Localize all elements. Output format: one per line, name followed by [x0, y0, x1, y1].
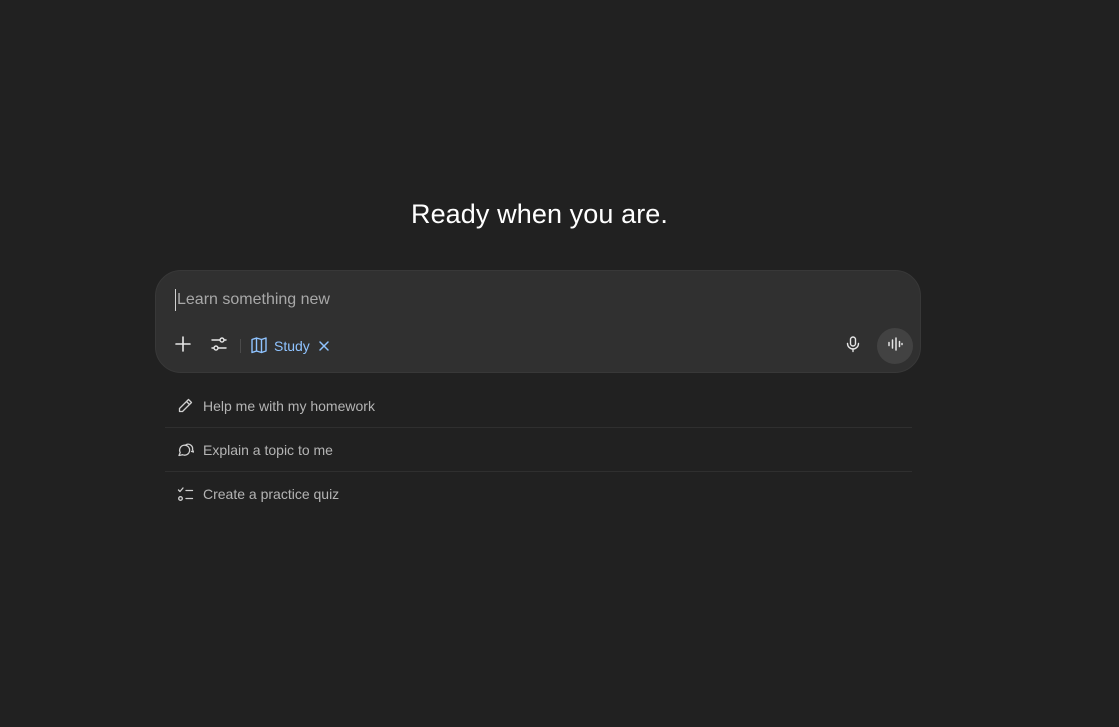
voice-waveform-icon — [886, 335, 904, 358]
chat-bubbles-icon — [176, 441, 194, 459]
dictate-button[interactable] — [838, 331, 868, 361]
composer: Study — [155, 270, 921, 373]
plus-icon — [174, 335, 192, 358]
study-mode-label: Study — [274, 338, 310, 354]
toolbar-divider — [240, 339, 241, 353]
pencil-icon — [176, 397, 194, 415]
suggestion-label: Help me with my homework — [203, 397, 375, 414]
page: Ready when you are. Learn something new … — [0, 0, 1119, 727]
tools-button[interactable] — [204, 331, 234, 361]
study-mode-chip[interactable]: Study — [250, 331, 330, 361]
add-attachment-button[interactable] — [168, 331, 198, 361]
microphone-icon — [844, 335, 862, 358]
suggestion-label: Explain a topic to me — [203, 441, 333, 458]
voice-mode-button[interactable] — [877, 328, 913, 364]
checklist-icon — [176, 485, 194, 503]
suggestion-homework[interactable]: Help me with my homework — [165, 384, 912, 428]
suggestion-list: Help me with my homework Explain a topic… — [165, 384, 912, 516]
page-title: Ready when you are. — [410, 199, 669, 229]
close-icon[interactable] — [318, 340, 330, 352]
prompt-input[interactable] — [175, 289, 877, 311]
suggestion-quiz[interactable]: Create a practice quiz — [165, 472, 912, 516]
book-icon — [250, 336, 268, 357]
suggestion-label: Create a practice quiz — [203, 486, 340, 502]
sliders-icon — [210, 335, 228, 358]
suggestion-explain[interactable]: Explain a topic to me — [165, 428, 912, 472]
